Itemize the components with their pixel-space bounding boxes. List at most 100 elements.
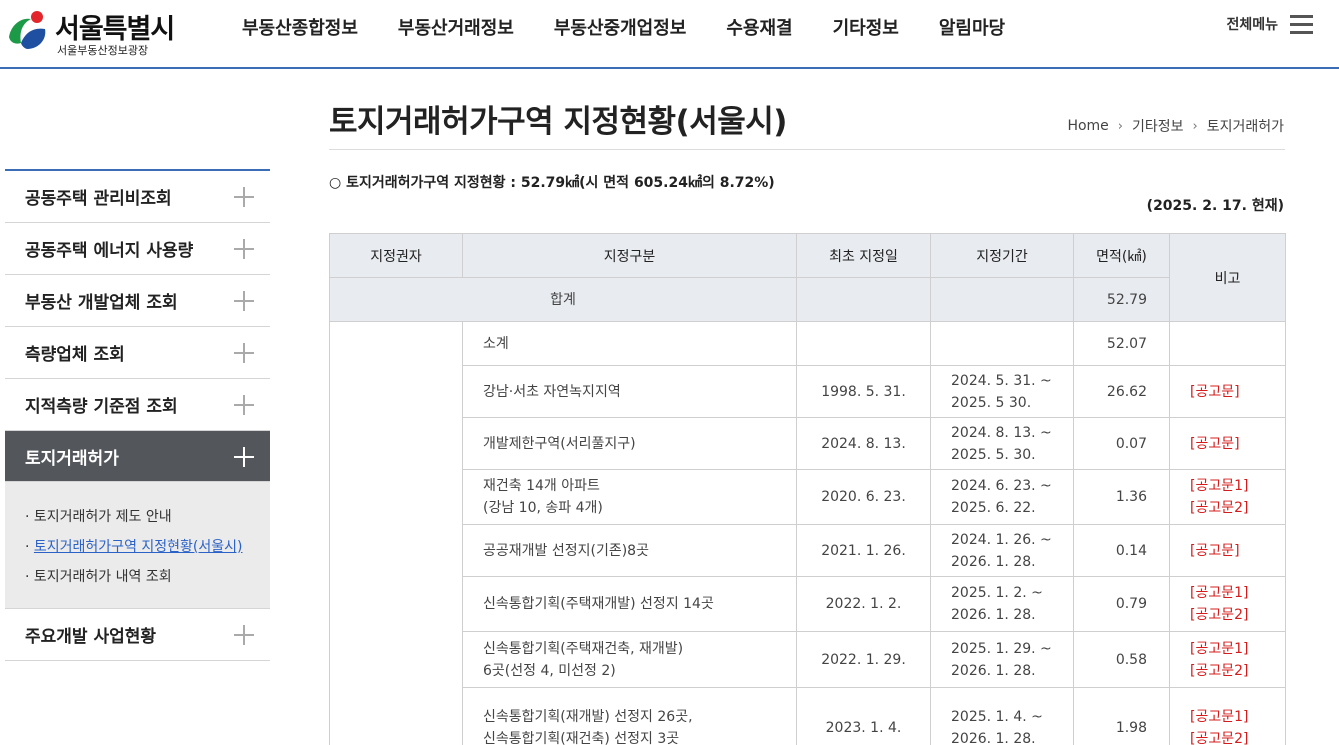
period-end: 2025. 6. 22.	[951, 500, 1036, 516]
row-category: 신속통합기획(주택재건축, 재개발) 6곳(선정 4, 미선정 2)	[462, 631, 797, 688]
row-period: 2025. 1. 4. ~ 2026. 1. 28.	[930, 687, 1074, 745]
sidebar-item-label: 부동산 개발업체 조회	[25, 293, 178, 313]
breadcrumb: Home › 기타정보 › 토지거래허가	[1067, 116, 1284, 136]
table-header-row: 지정권자 지정구분 최초 지정일 지정기간 면적(㎢) 비고	[329, 233, 1286, 322]
plus-icon	[234, 447, 254, 467]
period-start: 2025. 1. 2. ~	[951, 585, 1043, 601]
gnb-item-expropriation[interactable]: 수용재결	[726, 14, 792, 40]
submenu-item-permit-history[interactable]: · 토지거래허가 내역 조회	[25, 562, 270, 592]
submenu-bullet: ·	[25, 539, 34, 555]
permit-zone-table: 지정권자 지정구분 최초 지정일 지정기간 면적(㎢) 비고 합계 52.79 …	[329, 233, 1286, 745]
global-nav: 부동산종합정보 부동산거래정보 부동산중개업정보 수용재결 기타정보 알림마당	[222, 0, 1025, 54]
notice-link-2[interactable]: [공고문2]	[1190, 660, 1265, 682]
total-empty	[930, 277, 1074, 322]
gnb-item-notices[interactable]: 알림마당	[939, 14, 1005, 40]
sidebar-item-surveyors[interactable]: 측량업체 조회	[5, 327, 270, 379]
notice-link-1[interactable]: [공고문1]	[1190, 475, 1265, 497]
category-line: 강남·서초 자연녹지지역	[483, 383, 621, 400]
row-note: [공고문]	[1169, 417, 1286, 470]
period-end: 2025. 5 30.	[951, 394, 1032, 411]
category-line: 신속통합기획(주택재건축, 재개발)	[483, 640, 684, 657]
subtotal-empty	[1169, 321, 1286, 366]
sidebar-item-major-projects[interactable]: 주요개발 사업현황	[5, 609, 270, 661]
category-line: 신속통합기획(재건축) 선정지 3곳	[483, 730, 680, 745]
plus-icon	[234, 343, 254, 363]
notice-link-2[interactable]: [공고문2]	[1190, 497, 1265, 519]
row-area: 26.62	[1073, 365, 1170, 418]
breadcrumb-land-permit[interactable]: 토지거래허가	[1207, 116, 1284, 136]
period-end: 2026. 1. 28.	[951, 553, 1036, 570]
table-row: 신속통합기획(재개발) 선정지 26곳, 신속통합기획(재건축) 선정지 3곳 2…	[330, 687, 1286, 745]
authority-cell	[329, 321, 463, 745]
notice-link-1[interactable]: [공고문1]	[1190, 582, 1265, 604]
row-period: 2024. 8. 13. ~ 2025. 5. 30.	[930, 417, 1074, 470]
table-row: 신속통합기획(주택재개발) 선정지 14곳 2022. 1. 2. 2025. …	[330, 576, 1286, 632]
row-area: 0.14	[1073, 524, 1170, 577]
col-header-category: 지정구분	[462, 233, 797, 278]
col-header-first-date: 최초 지정일	[796, 233, 931, 278]
row-first-date: 2024. 8. 13.	[796, 417, 931, 470]
total-area: 52.79	[1073, 277, 1170, 322]
logo-subtitle: 서울부동산정보광장	[57, 44, 149, 57]
submenu-current-label: 토지거래허가구역 지정현황(서울시)	[33, 539, 243, 555]
sidebar-item-survey-points[interactable]: 지적측량 기준점 조회	[5, 379, 270, 431]
row-period: 2025. 1. 2. ~ 2026. 1. 28.	[930, 576, 1074, 632]
table-total-row: 합계 52.79	[329, 277, 1286, 322]
zone-summary: ○ 토지거래허가구역 지정현황 : 52.79㎢(시 면적 605.24㎢의 8…	[329, 175, 775, 191]
breadcrumb-home[interactable]: Home	[1067, 118, 1108, 134]
seoul-logo-icon	[9, 11, 46, 49]
subtotal-empty	[930, 321, 1074, 366]
row-note: [공고문]	[1169, 365, 1286, 418]
notice-link[interactable]: [공고문]	[1190, 381, 1265, 403]
row-category: 공공재개발 선정지(기존)8곳	[462, 524, 797, 577]
breadcrumb-other-info[interactable]: 기타정보	[1132, 116, 1184, 136]
plus-icon	[234, 187, 254, 207]
notice-link-1[interactable]: [공고문1]	[1190, 638, 1265, 660]
period-start: 2024. 5. 31. ~	[951, 372, 1052, 389]
plus-icon	[234, 625, 254, 645]
notice-link-2[interactable]: [공고문2]	[1190, 728, 1265, 745]
row-area: 0.79	[1073, 576, 1170, 632]
chevron-right-icon: ›	[1192, 118, 1198, 134]
as-of-date: (2025. 2. 17. 현재)	[1146, 198, 1284, 214]
row-period: 2025. 1. 29. ~ 2026. 1. 28.	[930, 631, 1074, 688]
table-row: 신속통합기획(주택재건축, 재개발) 6곳(선정 4, 미선정 2) 2022. …	[330, 631, 1286, 688]
sidebar-item-apartment-energy[interactable]: 공동주택 에너지 사용량	[5, 223, 270, 275]
category-line: 신속통합기획(주택재개발) 선정지 14곳	[483, 596, 714, 612]
notice-link[interactable]: [공고문]	[1190, 540, 1265, 562]
period-end: 2026. 1. 28.	[951, 662, 1036, 679]
row-area: 1.98	[1073, 687, 1170, 745]
seoul-logo[interactable]: 서울특별시 서울부동산정보광장	[5, 5, 195, 60]
period-start: 2024. 8. 13. ~	[951, 424, 1052, 441]
row-category: 신속통합기획(재개발) 선정지 26곳, 신속통합기획(재건축) 선정지 3곳	[462, 687, 797, 745]
title-divider	[329, 149, 1285, 150]
sidebar-item-land-permit[interactable]: 토지거래허가	[5, 431, 270, 482]
notice-link-2[interactable]: [공고문2]	[1190, 604, 1265, 626]
gnb-item-real-estate-info[interactable]: 부동산종합정보	[242, 14, 358, 40]
sidebar-submenu: · 토지거래허가 제도 안내 · 토지거래허가구역 지정현황(서울시) · 토지…	[5, 482, 270, 609]
page-title: 토지거래허가구역 지정현황(서울시)	[329, 104, 787, 140]
site-header: 서울특별시 서울부동산정보광장 부동산종합정보 부동산거래정보 부동산중개업정보…	[0, 0, 1339, 69]
submenu-item-permit-zones[interactable]: · 토지거래허가구역 지정현황(서울시)	[25, 532, 270, 562]
notice-link[interactable]: [공고문]	[1190, 433, 1265, 455]
plus-icon	[234, 291, 254, 311]
plus-icon	[234, 239, 254, 259]
total-label: 합계	[329, 277, 797, 322]
gnb-item-other-info[interactable]: 기타정보	[833, 14, 899, 40]
period-end: 2026. 1. 28.	[951, 730, 1036, 745]
row-area: 0.58	[1073, 631, 1170, 688]
table-row: 공공재개발 선정지(기존)8곳 2021. 1. 26. 2024. 1. 26…	[330, 524, 1286, 577]
col-header-note: 비고	[1169, 233, 1286, 322]
sidebar-item-developers[interactable]: 부동산 개발업체 조회	[5, 275, 270, 327]
row-area: 0.07	[1073, 417, 1170, 470]
submenu-item-permit-guide[interactable]: · 토지거래허가 제도 안내	[25, 502, 270, 532]
gnb-item-broker-info[interactable]: 부동산중개업정보	[554, 14, 686, 40]
period-end: 2026. 1. 28.	[951, 607, 1036, 623]
all-menu-button[interactable]: 전체메뉴	[1226, 14, 1313, 34]
notice-link-1[interactable]: [공고문1]	[1190, 706, 1265, 728]
gnb-item-transaction-info[interactable]: 부동산거래정보	[398, 14, 514, 40]
chevron-right-icon: ›	[1117, 118, 1123, 134]
sidebar-item-label: 지적측량 기준점 조회	[25, 397, 178, 417]
row-first-date: 2022. 1. 29.	[796, 631, 931, 688]
sidebar-item-apartment-fees[interactable]: 공동주택 관리비조회	[5, 171, 270, 223]
